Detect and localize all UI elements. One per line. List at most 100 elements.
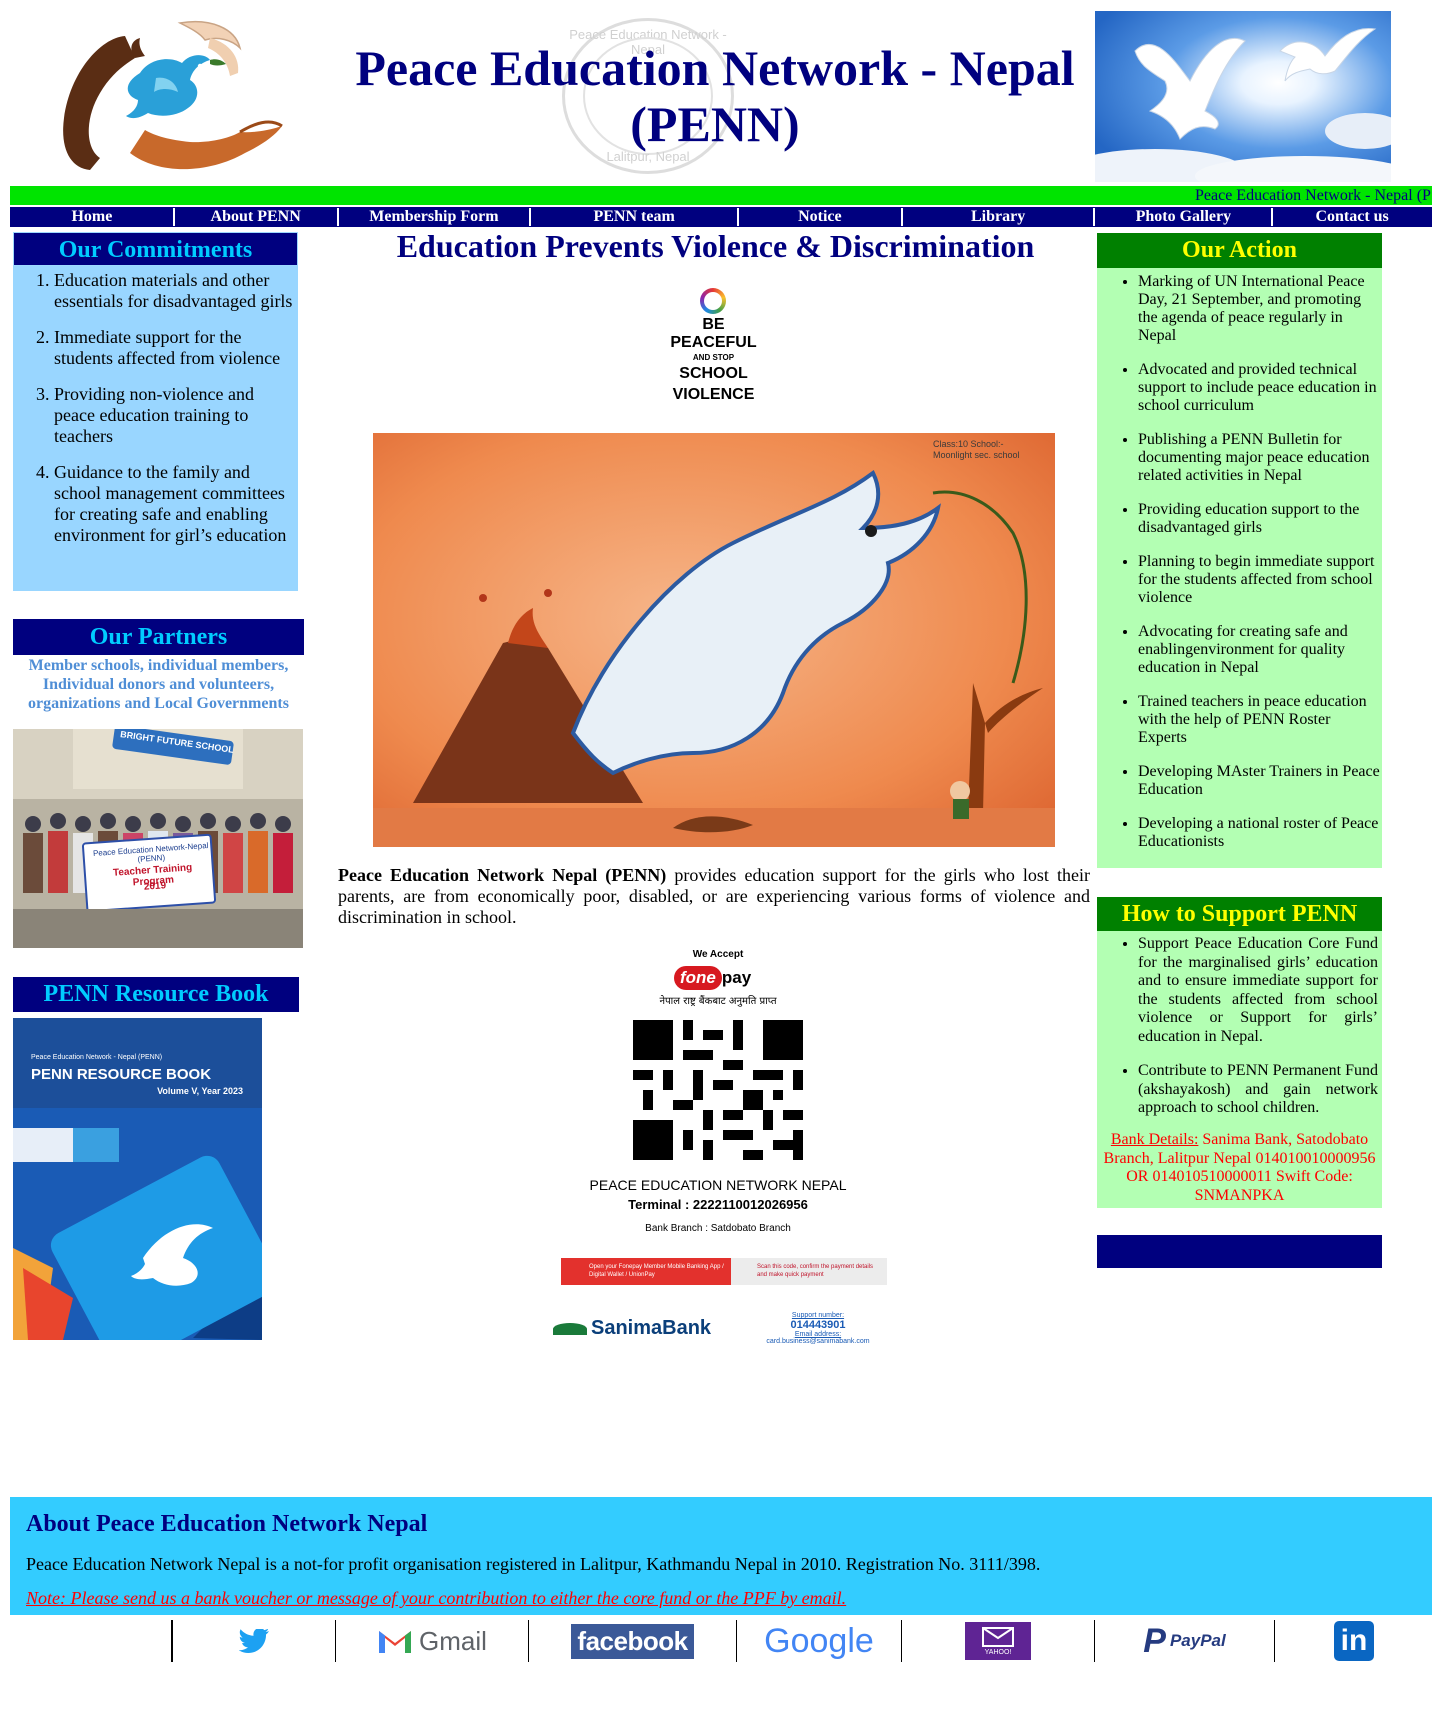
commitment-item: Immediate support for the students affec…	[54, 327, 294, 369]
action-item: Marking of UN International Peace Day, 2…	[1138, 273, 1382, 345]
sanima-swoosh-icon	[553, 1322, 587, 1335]
fonepay-fone: fone	[674, 966, 722, 990]
scrolling-marquee: Peace Education Network - Nepal (P	[10, 186, 1432, 205]
qr-step-2: Scan this code, confirm the payment deta…	[731, 1258, 887, 1285]
nepali-approval-text: नेपाल राष्ट्र बैंकबाट अनुमति प्राप्त	[659, 996, 777, 1007]
commitments-box: Education materials and other essentials…	[13, 266, 298, 591]
intro-paragraph: Peace Education Network Nepal (PENN) pro…	[338, 865, 1090, 928]
qr-terminal: Terminal : 2222110012026956	[628, 1197, 808, 1212]
yahoo-mail-link[interactable]: YAHOO!	[902, 1620, 1095, 1662]
google-logo: Google	[764, 1621, 874, 1660]
site-title: Peace Education Network - Nepal (PENN)	[300, 40, 1130, 152]
twitter-icon	[239, 1629, 269, 1653]
yahoo-label: YAHOO!	[984, 1649, 1012, 1656]
partners-title: Our Partners	[13, 619, 304, 655]
commitments-list: Education materials and other essentials…	[13, 270, 294, 546]
facebook-logo: facebook	[571, 1623, 694, 1659]
sanima-bank-name: SanimaBank	[591, 1317, 712, 1339]
nav-penn-team[interactable]: PENN team	[531, 208, 737, 226]
email-label: Email address:	[794, 1331, 842, 1338]
support-label: Support number:	[791, 1312, 845, 1319]
nav-about-penn[interactable]: About PENN	[174, 208, 337, 226]
commitment-item: Providing non-violence and peace educati…	[54, 384, 294, 447]
qr-step-1: Open your Fonepay Member Mobile Banking …	[561, 1258, 731, 1285]
about-footer: About Peace Education Network Nepal Peac…	[10, 1497, 1432, 1615]
nav-photo-gallery[interactable]: Photo Gallery	[1095, 208, 1272, 226]
footer-note-link[interactable]: Note: Please send us a bank voucher or m…	[26, 1587, 1416, 1609]
we-accept-label: We Accept	[692, 949, 744, 960]
intro-org-name: Peace Education Network Nepal (PENN)	[338, 865, 667, 885]
yahoo-mail-icon: YAHOO!	[965, 1622, 1031, 1660]
book-cover-small-text: Peace Education Network - Nepal (PENN)	[31, 1054, 163, 1061]
google-link[interactable]: Google	[737, 1620, 902, 1662]
our-action-title: Our Action	[1097, 233, 1382, 268]
how-to-support-title: How to Support PENN	[1097, 897, 1382, 931]
linkedin-link[interactable]: in	[1275, 1620, 1433, 1662]
how-to-support-box: Support Peace Education Core Fund for th…	[1097, 931, 1382, 1208]
action-item: Planning to begin immediate support for …	[1138, 553, 1382, 607]
support-list: Support Peace Education Core Fund for th…	[1097, 931, 1382, 1118]
bank-details-label: Bank Details:	[1110, 1131, 1199, 1148]
drawing-caption: Class:10 School:- Moonlight sec. school	[933, 439, 1020, 460]
fonepay-logo: fone pay	[674, 966, 769, 992]
nav-home[interactable]: Home	[11, 208, 173, 226]
footer-registration-text: Peace Education Network Nepal is a not-f…	[26, 1554, 1041, 1574]
doves-sky-photo	[1095, 11, 1391, 182]
support-item: Support Peace Education Core Fund for th…	[1138, 935, 1378, 1046]
site-title-line2: (PENN)	[630, 96, 800, 152]
nav-contact-us[interactable]: Contact us	[1273, 208, 1431, 226]
peace-dove-drawing: Class:10 School:- Moonlight sec. school	[373, 433, 1055, 847]
nav-notice[interactable]: Notice	[738, 208, 901, 226]
qr-steps: Open your Fonepay Member Mobile Banking …	[561, 1258, 887, 1285]
book-cover-volume: Volume V, Year 2023	[157, 1086, 243, 1096]
paypal-label: PayPal	[1169, 1631, 1226, 1650]
fonepay-qr-poster: We Accept fone pay नेपाल राष्ट्र बैंकबाट …	[548, 940, 888, 1360]
social-links-bar: Gmail facebook Google YAHOO! P PayPal in	[10, 1616, 1432, 1662]
site-header: Peace Education Network - Nepal Lalitpur…	[0, 0, 1440, 186]
our-action-box: Marking of UN International Peace Day, 2…	[1097, 268, 1382, 868]
commitments-title: Our Commitments	[13, 232, 298, 266]
action-item: Providing education support to the disad…	[1138, 501, 1382, 537]
qr-org-name: PEACE EDUCATION NETWORK NEPAL	[589, 1177, 847, 1193]
bank-details: Bank Details: Sanima Bank, Satodobato Br…	[1101, 1131, 1378, 1205]
action-item: Developing a national roster of Peace Ed…	[1138, 815, 1382, 851]
action-item: Trained teachers in peace education with…	[1138, 693, 1382, 747]
teacher-training-group-photo[interactable]: Peace Education Network-Nepal (PENN) Tea…	[13, 729, 303, 948]
facebook-link[interactable]: facebook	[529, 1620, 737, 1662]
commitment-item: Guidance to the family and school manage…	[54, 462, 294, 546]
twitter-link[interactable]	[171, 1620, 336, 1662]
commitment-item: Education materials and other essentials…	[54, 270, 294, 312]
action-item: Advocated and provided technical support…	[1138, 361, 1382, 415]
bank-support-info: Support number: 014443901 Email address:…	[748, 1312, 888, 1345]
nav-membership-form[interactable]: Membership Form	[338, 208, 530, 226]
gmail-icon	[379, 1631, 412, 1653]
gmail-link[interactable]: Gmail	[336, 1620, 529, 1662]
poster-line1: BE	[702, 316, 725, 333]
paypal-icon: P	[1143, 1621, 1166, 1660]
site-title-line1: Peace Education Network - Nepal	[355, 40, 1075, 96]
paypal-link[interactable]: P PayPal	[1095, 1620, 1275, 1662]
hands-dove-logo	[63, 21, 283, 170]
resource-book-title: PENN Resource Book	[13, 977, 299, 1012]
footer-heading: About Peace Education Network Nepal	[26, 1511, 428, 1537]
partners-text: Member schools, individual members, Indi…	[28, 657, 289, 712]
marquee-text: Peace Education Network - Nepal (P	[1195, 187, 1431, 204]
support-item: Contribute to PENN Permanent Fund (aksha…	[1138, 1062, 1378, 1118]
poster-line5: VIOLENCE	[672, 386, 755, 403]
be-peaceful-poster: BE PEACEFUL AND STOP SCHOOL VIOLENCE	[660, 284, 767, 414]
poster-line3: AND STOP	[692, 353, 735, 362]
qr-branch: Bank Branch : Satdobato Branch	[645, 1223, 791, 1234]
peace-symbol-inner	[704, 292, 722, 310]
envelope-icon	[982, 1627, 1014, 1647]
gmail-label: Gmail	[419, 1625, 487, 1656]
action-list: Marking of UN International Peace Day, 2…	[1097, 268, 1382, 851]
support-number: 014443901	[790, 1319, 846, 1331]
nav-library[interactable]: Library	[902, 208, 1094, 226]
qr-code	[633, 1020, 803, 1160]
book-cover-title: PENN RESOURCE BOOK	[31, 1066, 212, 1083]
sanima-bank-logo: SanimaBank	[553, 1317, 723, 1341]
fonepay-pay: pay	[721, 968, 752, 987]
resource-book-cover[interactable]: Peace Education Network - Nepal (PENN) P…	[13, 1018, 262, 1340]
empty-navy-bar	[1097, 1235, 1382, 1268]
linkedin-icon: in	[1334, 1621, 1374, 1661]
